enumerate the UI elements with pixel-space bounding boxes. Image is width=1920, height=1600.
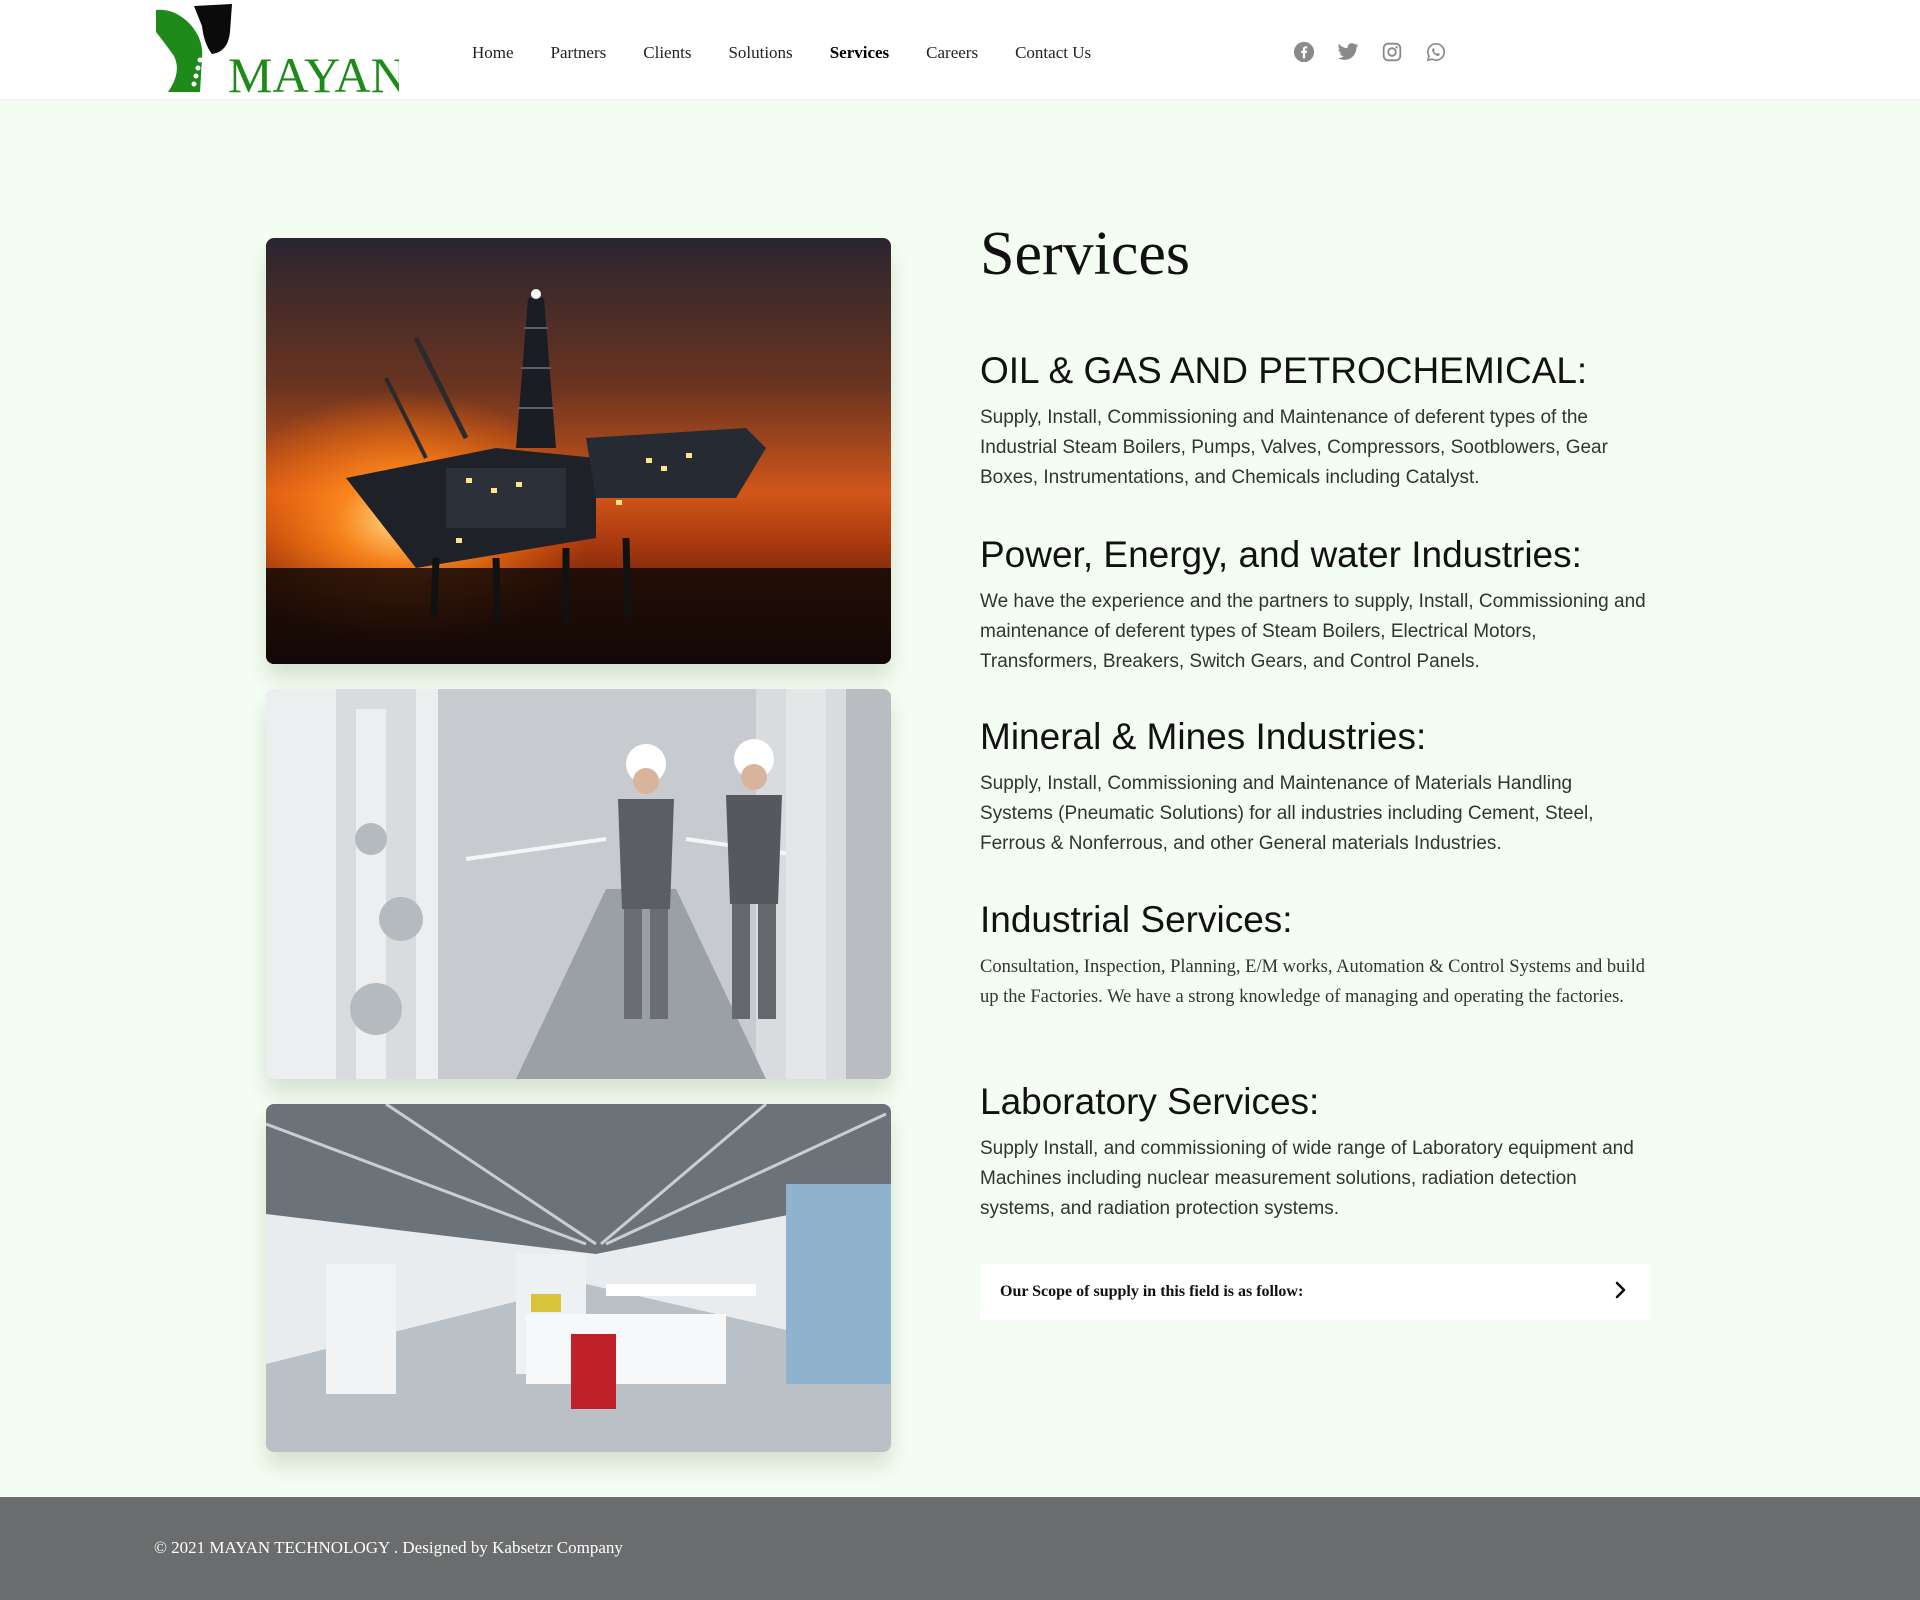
accordion-label: Our Scope of supply in this field is as …: [1000, 1283, 1304, 1300]
logo-wordmark: MAYAN: [228, 47, 399, 96]
nav-home[interactable]: Home: [472, 40, 514, 66]
section-heading: Power, Energy, and water Industries:: [980, 534, 1582, 575]
section-body: Supply Install, and commissioning of wid…: [980, 1138, 1634, 1219]
mayan-logo[interactable]: MAYAN: [154, 2, 407, 103]
engineers-plant-photo: [266, 689, 891, 1079]
facebook-icon[interactable]: [1292, 40, 1316, 64]
section-body: We have the experience and the partners …: [980, 591, 1646, 672]
section-heading: OIL & GAS AND PETROCHEMICAL:: [980, 350, 1588, 391]
scope-of-supply-accordion[interactable]: Our Scope of supply in this field is as …: [980, 1264, 1650, 1320]
twitter-icon[interactable]: [1336, 40, 1360, 64]
nav-partners[interactable]: Partners: [551, 40, 607, 66]
service-section-oil-gas: OIL & GAS AND PETROCHEMICAL: Supply, Ins…: [980, 349, 1650, 493]
nav-clients[interactable]: Clients: [643, 40, 691, 66]
site-header: MAYAN Home Partners Clients Solutions Se…: [0, 0, 1920, 103]
section-body: Consultation, Inspection, Planning, E/M …: [980, 957, 1645, 1007]
section-heading: Laboratory Services:: [980, 1081, 1320, 1122]
nav-careers[interactable]: Careers: [926, 40, 978, 66]
instagram-icon[interactable]: [1380, 40, 1404, 64]
whatsapp-icon[interactable]: [1424, 40, 1448, 64]
laboratory-photo: [266, 1104, 891, 1452]
oil-rig-photo: [266, 238, 891, 664]
section-body: Supply, Install, Commissioning and Maint…: [980, 773, 1594, 854]
chevron-right-icon: [1614, 1281, 1628, 1304]
section-body: Supply, Install, Commissioning and Maint…: [980, 407, 1608, 488]
nav-contact-us[interactable]: Contact Us: [1015, 40, 1091, 66]
site-footer: © 2021 MAYAN TECHNOLOGY . Designed by Ka…: [0, 1497, 1920, 1600]
service-section-mineral-mines: Mineral & Mines Industries: Supply, Inst…: [980, 715, 1650, 859]
service-section-laboratory: Laboratory Services: Supply Install, and…: [980, 1080, 1650, 1224]
nav-solutions[interactable]: Solutions: [728, 40, 792, 66]
service-section-industrial: Industrial Services: Consultation, Inspe…: [980, 898, 1650, 1012]
nav-services[interactable]: Services: [830, 40, 889, 66]
main-nav: Home Partners Clients Solutions Services…: [472, 40, 1128, 66]
section-heading: Mineral & Mines Industries:: [980, 716, 1427, 757]
social-links: [1292, 40, 1448, 64]
section-heading: Industrial Services:: [980, 899, 1293, 940]
page-title: Services: [980, 220, 1191, 288]
service-section-power-energy: Power, Energy, and water Industries: We …: [980, 533, 1650, 677]
copyright-text: © 2021 MAYAN TECHNOLOGY . Designed by Ka…: [154, 1538, 623, 1557]
